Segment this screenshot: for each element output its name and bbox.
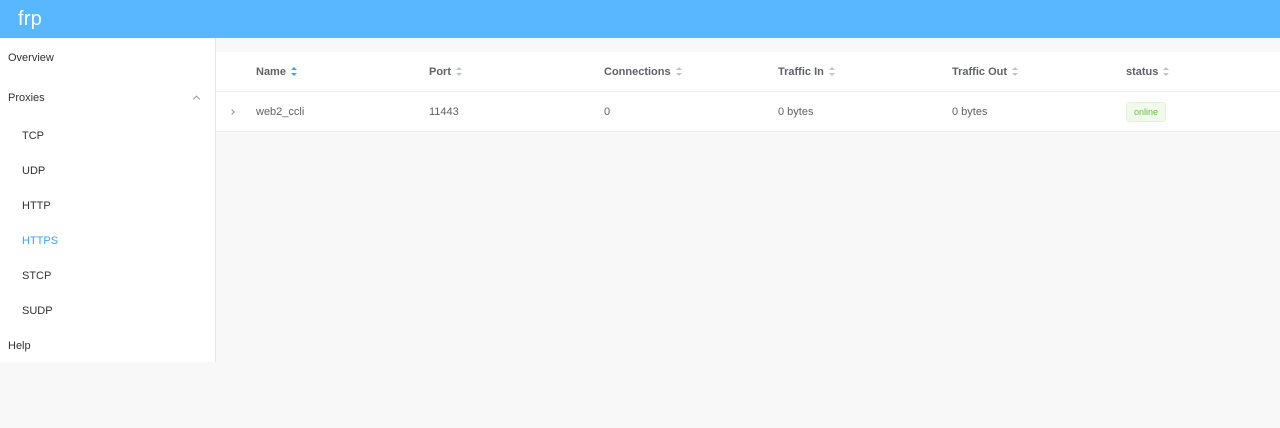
table-header: Name Port Connections Traffic In Traffic… <box>216 52 1280 92</box>
column-header-status[interactable]: status <box>1126 52 1170 91</box>
sidebar-item-overview[interactable]: Overview <box>0 38 215 78</box>
sort-icon[interactable] <box>1012 67 1019 76</box>
sidebar-item-label: HTTPS <box>22 234 59 247</box>
sidebar-item-tcp[interactable]: TCP <box>0 118 215 153</box>
sidebar-item-udp[interactable]: UDP <box>0 153 215 188</box>
column-header-label: Connections <box>604 65 671 78</box>
cell-status: online <box>1126 92 1167 131</box>
sidebar-item-http[interactable]: HTTP <box>0 188 215 223</box>
sort-icon[interactable] <box>290 67 297 76</box>
main-content: Name Port Connections Traffic In Traffic… <box>216 38 1280 428</box>
proxies-table: Name Port Connections Traffic In Traffic… <box>216 52 1280 132</box>
sidebar-item-label: SUDP <box>22 304 53 317</box>
column-header-label: status <box>1126 65 1159 78</box>
sidebar-item-label: Help <box>8 339 31 352</box>
column-header-port[interactable]: Port <box>429 52 462 91</box>
sidebar-item-help[interactable]: Help <box>0 328 215 363</box>
cell-traffic-in: 0 bytes <box>778 105 814 118</box>
top-bar: frp <box>0 0 1280 38</box>
column-header-name[interactable]: Name <box>256 52 297 91</box>
cell-port: 11443 <box>429 105 459 118</box>
column-header-label: Port <box>429 65 451 78</box>
sidebar-item-label: HTTP <box>22 199 51 212</box>
status-badge: online <box>1126 101 1167 122</box>
sort-icon[interactable] <box>1163 67 1170 76</box>
sort-icon[interactable] <box>675 67 682 76</box>
table-row[interactable]: web2_ccli 11443 0 0 bytes 0 bytes online <box>216 92 1280 132</box>
column-header-traffic-in[interactable]: Traffic In <box>778 52 835 91</box>
sidebar-item-label: UDP <box>22 164 46 177</box>
column-header-label: Name <box>256 65 286 78</box>
sidebar-item-label: Proxies <box>8 92 45 104</box>
cell-name: web2_ccli <box>256 105 305 118</box>
expand-row-icon[interactable] <box>229 108 235 115</box>
sidebar-item-proxies[interactable]: Proxies <box>0 78 215 118</box>
app-logo[interactable]: frp <box>18 8 42 31</box>
column-header-connections[interactable]: Connections <box>604 52 682 91</box>
sidebar-item-label: STCP <box>22 269 52 282</box>
column-header-label: Traffic Out <box>952 65 1008 78</box>
sidebar-item-stcp[interactable]: STCP <box>0 258 215 293</box>
sidebar-item-https[interactable]: HTTPS <box>0 223 215 258</box>
sidebar-item-sudp[interactable]: SUDP <box>0 293 215 328</box>
cell-connections: 0 <box>604 105 611 118</box>
sidebar-menu: Overview Proxies TCP UDP HTTP HTTPS STCP… <box>0 38 216 362</box>
sort-icon[interactable] <box>456 67 462 76</box>
cell-traffic-out: 0 bytes <box>952 105 988 118</box>
column-header-traffic-out[interactable]: Traffic Out <box>952 52 1019 91</box>
column-header-label: Traffic In <box>778 65 824 78</box>
sort-icon[interactable] <box>828 67 835 76</box>
sidebar-item-label: Overview <box>8 52 54 64</box>
sidebar-item-label: TCP <box>22 129 44 142</box>
chevron-up-icon <box>192 95 201 103</box>
